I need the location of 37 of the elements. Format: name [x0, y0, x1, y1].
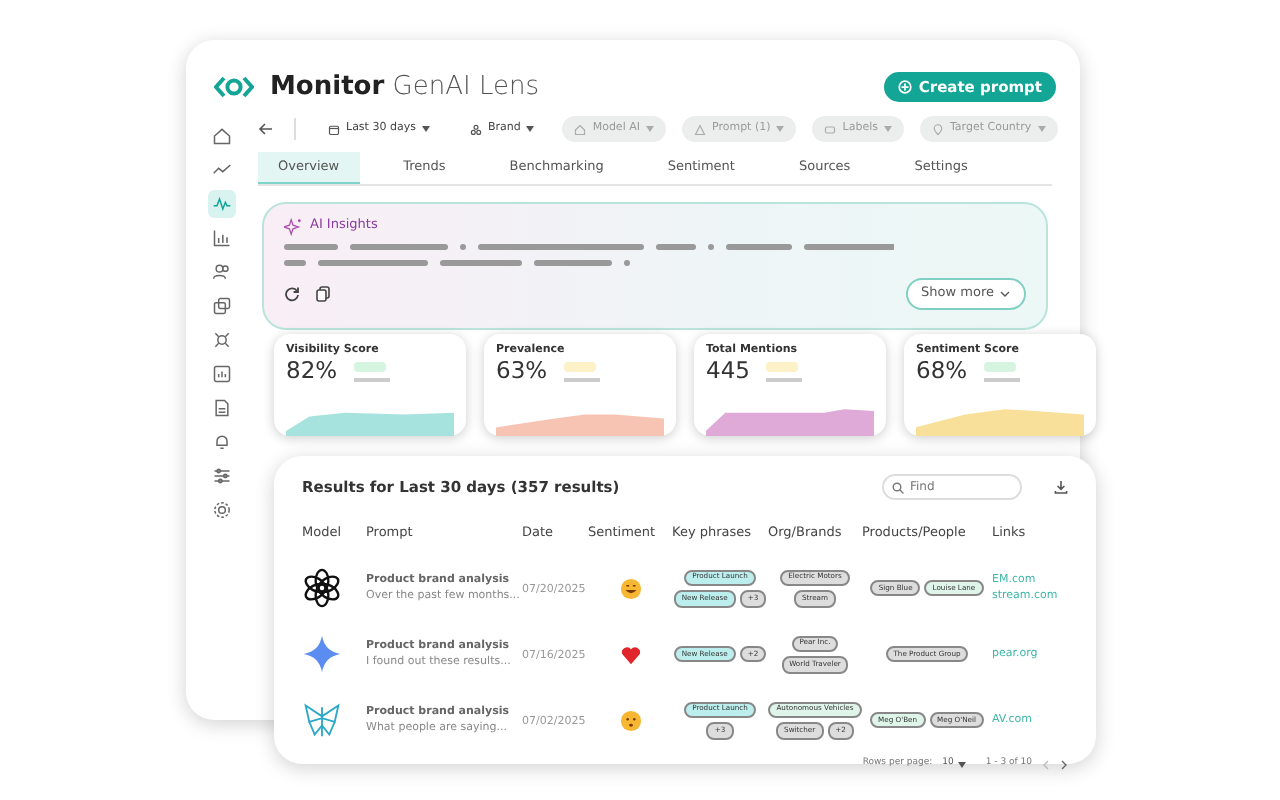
metric-value: 445	[706, 358, 750, 384]
tag-icon	[824, 123, 837, 135]
house-icon	[574, 123, 587, 135]
app-title: Monitor GenAI Lens	[270, 70, 539, 106]
caret-icon	[421, 126, 430, 132]
butterfly-icon	[302, 700, 342, 741]
copy-icon[interactable]	[316, 285, 330, 302]
smiley-icon	[619, 577, 641, 600]
caret-icon	[645, 126, 654, 132]
search-icon	[892, 481, 904, 493]
previous-period-note	[983, 377, 1020, 382]
circles-icon	[469, 123, 482, 135]
back-arrow-icon[interactable]	[258, 122, 274, 136]
triangle-icon	[693, 123, 706, 135]
caret-icon	[1037, 126, 1046, 132]
metric-value: 68%	[916, 358, 968, 384]
plus-circle-icon	[898, 80, 913, 95]
previous-period-note	[765, 377, 802, 382]
sparkle-icon	[284, 217, 302, 236]
metric-value: 63%	[496, 358, 548, 384]
download-icon[interactable]	[1054, 480, 1068, 494]
pulse-icon[interactable]	[208, 189, 236, 217]
caret-icon	[1000, 289, 1010, 298]
previous-period-note	[563, 377, 600, 382]
caret-icon	[883, 126, 892, 132]
map-pin-icon	[931, 123, 944, 135]
caret-icon	[526, 126, 535, 132]
calendar-icon	[328, 123, 340, 135]
eye-logo-icon	[214, 76, 254, 99]
heart-icon	[619, 643, 641, 666]
caret-icon	[776, 126, 785, 132]
refresh-icon[interactable]	[284, 285, 300, 302]
previous-period-note	[353, 377, 390, 382]
next-page-icon[interactable]	[1060, 759, 1068, 770]
worried-face-icon	[619, 709, 641, 732]
four-point-star-icon	[302, 634, 342, 675]
metric-value: 82%	[286, 358, 338, 384]
